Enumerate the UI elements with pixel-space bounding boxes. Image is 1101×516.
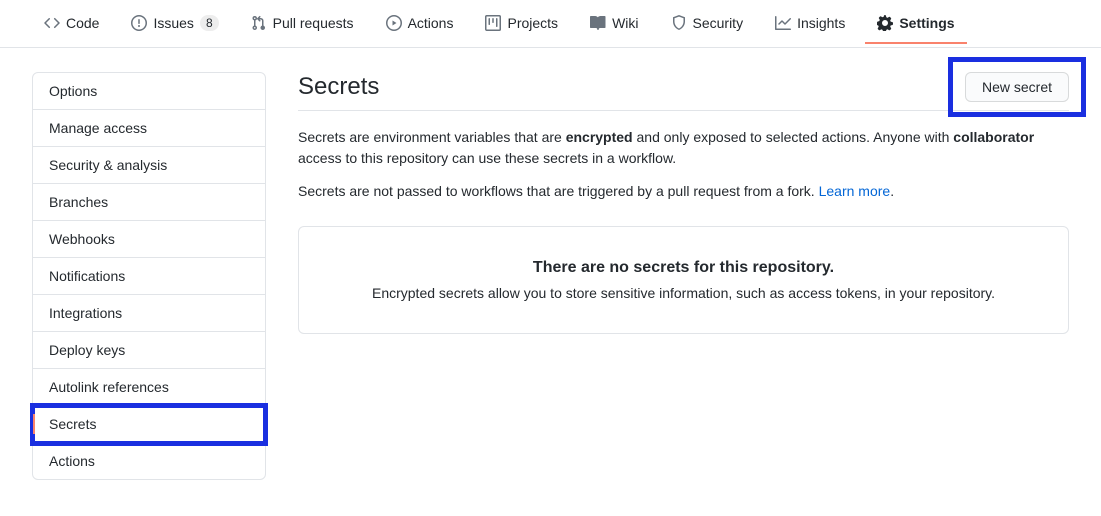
pull-request-icon — [251, 15, 267, 31]
code-icon — [44, 15, 60, 31]
play-icon — [386, 15, 402, 31]
page-header: Secrets New secret — [298, 72, 1069, 111]
sidebar-item-manage-access[interactable]: Manage access — [33, 110, 265, 147]
tab-security[interactable]: Security — [659, 3, 756, 44]
tab-projects-label: Projects — [507, 15, 558, 31]
settings-sidebar: Options Manage access Security & analysi… — [32, 72, 266, 480]
new-secret-highlight: New secret — [948, 57, 1086, 117]
tab-settings[interactable]: Settings — [865, 3, 966, 44]
tab-projects[interactable]: Projects — [473, 3, 570, 44]
main-layout: Options Manage access Security & analysi… — [0, 48, 1101, 504]
page-title: Secrets — [298, 73, 379, 101]
content-area: Secrets New secret Secrets are environme… — [298, 72, 1069, 480]
empty-state-desc: Encrypted secrets allow you to store sen… — [331, 285, 1036, 301]
description-2: Secrets are not passed to workflows that… — [298, 181, 1069, 202]
tab-insights-label: Insights — [797, 15, 845, 31]
sidebar-item-security-analysis[interactable]: Security & analysis — [33, 147, 265, 184]
book-icon — [590, 15, 606, 31]
tab-code-label: Code — [66, 15, 99, 31]
empty-state-title: There are no secrets for this repository… — [331, 259, 1036, 277]
tab-settings-label: Settings — [899, 15, 954, 31]
learn-more-link[interactable]: Learn more — [819, 183, 891, 199]
sidebar-item-deploy-keys[interactable]: Deploy keys — [33, 332, 265, 369]
issues-icon — [131, 15, 147, 31]
new-secret-button[interactable]: New secret — [965, 72, 1069, 102]
sidebar-item-options[interactable]: Options — [33, 73, 265, 110]
tab-issues[interactable]: Issues 8 — [119, 3, 230, 44]
tab-issues-label: Issues — [153, 15, 193, 31]
repo-nav: Code Issues 8 Pull requests Actions Proj… — [0, 0, 1101, 48]
sidebar-item-secrets[interactable]: Secrets — [33, 406, 265, 443]
tab-actions[interactable]: Actions — [374, 3, 466, 44]
sidebar-item-actions[interactable]: Actions — [33, 443, 265, 479]
empty-state: There are no secrets for this repository… — [298, 226, 1069, 334]
tab-code[interactable]: Code — [32, 3, 111, 44]
tab-pulls[interactable]: Pull requests — [239, 3, 366, 44]
description-1: Secrets are environment variables that a… — [298, 127, 1069, 169]
tab-wiki[interactable]: Wiki — [578, 3, 650, 44]
sidebar-item-branches[interactable]: Branches — [33, 184, 265, 221]
sidebar-item-integrations[interactable]: Integrations — [33, 295, 265, 332]
sidebar-item-autolink[interactable]: Autolink references — [33, 369, 265, 406]
project-icon — [485, 15, 501, 31]
shield-icon — [671, 15, 687, 31]
tab-insights[interactable]: Insights — [763, 3, 857, 44]
gear-icon — [877, 15, 893, 31]
tab-actions-label: Actions — [408, 15, 454, 31]
tab-security-label: Security — [693, 15, 744, 31]
tab-pulls-label: Pull requests — [273, 15, 354, 31]
graph-icon — [775, 15, 791, 31]
issues-count-badge: 8 — [200, 15, 219, 31]
sidebar-item-notifications[interactable]: Notifications — [33, 258, 265, 295]
sidebar-item-webhooks[interactable]: Webhooks — [33, 221, 265, 258]
tab-wiki-label: Wiki — [612, 15, 638, 31]
